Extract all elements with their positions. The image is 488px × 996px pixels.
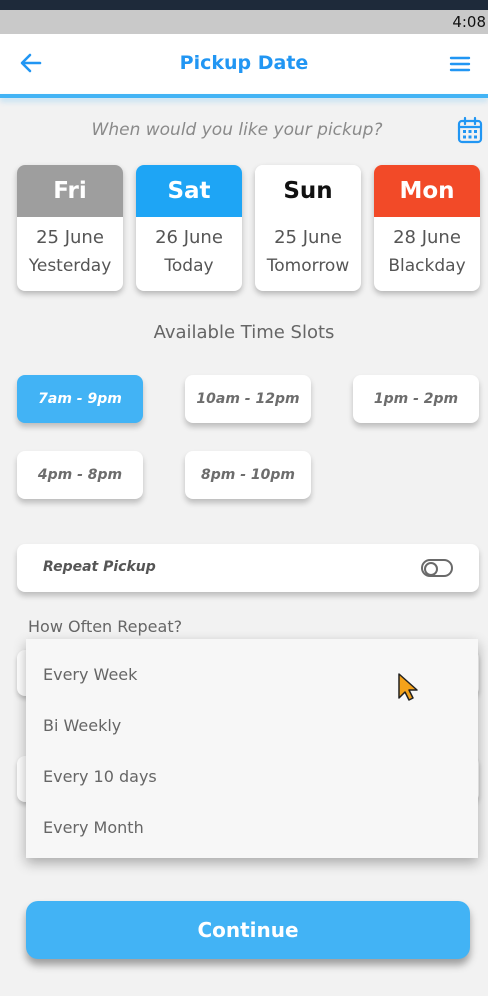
status-bar: 4:08 — [0, 10, 488, 34]
day-date: 28 June — [393, 227, 461, 248]
option-every-week[interactable]: Every Week — [43, 665, 137, 684]
continue-button[interactable]: Continue — [26, 901, 470, 959]
day-name: Sun — [255, 165, 361, 217]
day-relative: Blackday — [388, 256, 466, 276]
option-bi-weekly[interactable]: Bi Weekly — [43, 716, 121, 735]
repeat-pickup-row[interactable]: Repeat Pickup — [17, 544, 479, 592]
day-name: Fri — [17, 165, 123, 217]
toggle-knob — [424, 562, 438, 576]
day-relative: Today — [164, 256, 214, 276]
hamburger-menu-icon[interactable] — [448, 52, 472, 76]
repeat-pickup-label: Repeat Pickup — [43, 559, 156, 575]
option-every-month[interactable]: Every Month — [43, 818, 144, 837]
time-slot-1pm-2pm[interactable]: 1pm - 2pm — [353, 375, 479, 423]
time-slot-7am-9pm[interactable]: 7am - 9pm — [17, 375, 143, 423]
day-name: Sat — [136, 165, 242, 217]
day-date: 25 June — [274, 227, 342, 248]
day-date: 26 June — [155, 227, 223, 248]
time-slot-4pm-8pm[interactable]: 4pm - 8pm — [17, 451, 143, 499]
how-often-label: How Often Repeat? — [28, 617, 183, 636]
status-time: 4:08 — [452, 13, 486, 31]
repeat-pickup-toggle[interactable] — [421, 559, 453, 577]
day-card-sat[interactable]: Sat 26 June Today — [136, 165, 242, 291]
app-bar-divider — [0, 94, 488, 98]
page-title: Pickup Date — [179, 52, 309, 74]
day-card-mon[interactable]: Mon 28 June Blackday — [374, 165, 480, 291]
option-every-10-days[interactable]: Every 10 days — [43, 767, 157, 786]
mouse-pointer-icon — [398, 673, 418, 701]
day-name: Mon — [374, 165, 480, 217]
day-relative: Tomorrow — [266, 256, 350, 276]
time-slots-heading: Available Time Slots — [153, 322, 335, 343]
time-slot-10am-12pm[interactable]: 10am - 12pm — [185, 375, 311, 423]
day-card-sun[interactable]: Sun 25 June Tomorrow — [255, 165, 361, 291]
top-strip — [0, 0, 488, 10]
day-relative: Yesterday — [28, 256, 112, 276]
pickup-question: When would you like your pickup? — [91, 120, 383, 140]
day-date: 25 June — [36, 227, 104, 248]
time-slot-8pm-10pm[interactable]: 8pm - 10pm — [185, 451, 311, 499]
calendar-icon[interactable] — [457, 116, 483, 144]
day-card-fri[interactable]: Fri 25 June Yesterday — [17, 165, 123, 291]
